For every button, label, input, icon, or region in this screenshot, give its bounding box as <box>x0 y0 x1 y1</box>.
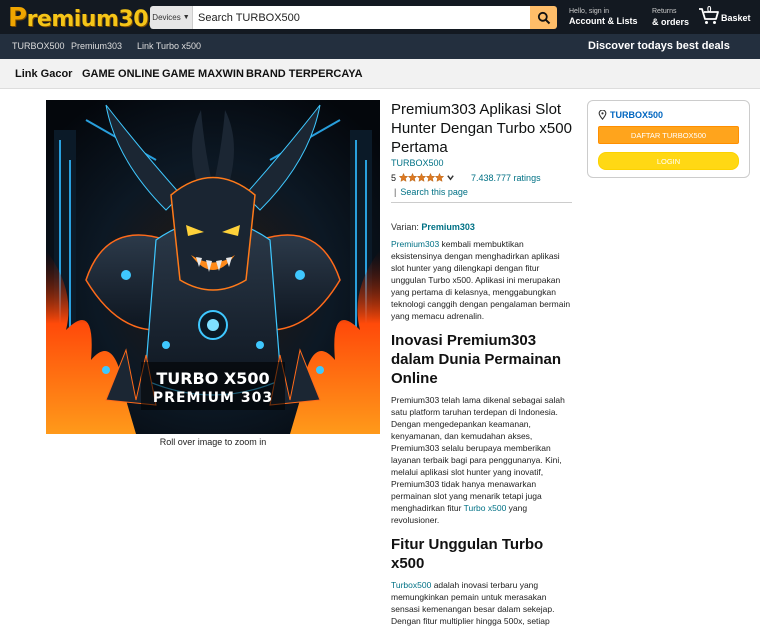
category-brand-terpercaya[interactable]: BRAND TERPERCAYA <box>246 68 363 80</box>
image-caption-title: TURBO X500 <box>156 369 269 388</box>
sub-navbar: TURBOX500 Premium303 Link Turbo x500 Dis… <box>0 34 760 59</box>
returns-label: Returns <box>652 8 677 15</box>
best-deals-link[interactable]: Discover todays best deals <box>588 40 730 52</box>
subnav-link-premium303[interactable]: Premium303 <box>71 41 122 51</box>
intro-paragraph: Premium303 kembali membuktikan eksistens… <box>391 238 574 322</box>
search-bar: Devices ▼ <box>150 6 557 29</box>
variant-row: Varian: Premium303 <box>391 222 574 232</box>
brand-link[interactable]: TURBOX500 <box>391 158 574 168</box>
zoom-hint: Roll over image to zoom in <box>159 437 267 447</box>
location-pin-icon <box>598 110 607 120</box>
top-navbar: Premium303 Devices ▼ Hello, sign in Acco… <box>0 0 760 34</box>
chevron-down-icon[interactable] <box>446 173 455 182</box>
buybox-brand-row: TURBOX500 <box>598 110 663 120</box>
account-lists-link[interactable]: Hello, sign in Account & Lists <box>569 8 638 26</box>
image-caption-subtitle: PREMIUM 303 <box>153 390 273 406</box>
search-button[interactable] <box>530 6 557 29</box>
variant-value: Premium303 <box>421 222 475 232</box>
rating-value: 5 <box>391 172 397 183</box>
account-greeting: Hello, sign in <box>569 8 610 15</box>
login-button[interactable]: LOGIN <box>598 152 739 170</box>
search-this-page-link[interactable]: Search this page <box>400 187 468 197</box>
variant-label: Varian: <box>391 222 419 232</box>
search-page-row: | Search this page <box>391 187 574 197</box>
subnav-link-turbo-x500[interactable]: Link Turbo x500 <box>137 41 201 51</box>
product-image[interactable]: TURBO X500 PREMIUM 303 <box>46 100 380 434</box>
search-icon <box>537 11 550 24</box>
star-icon <box>435 173 445 182</box>
fitur-paragraph: Turbox500 adalah inovasi terbaru yang me… <box>391 579 574 627</box>
account-label: Account & Lists <box>569 16 638 26</box>
category-navbar: Link Gacor GAME ONLINE GAME MAXWIN BRAND… <box>0 59 760 89</box>
ratings-count-link[interactable]: 7.438.777 ratings <box>471 173 541 183</box>
divider: | <box>394 187 397 197</box>
section-heading-inovasi: Inovasi Premium303 dalam Dunia Permainan… <box>391 332 562 387</box>
star-icon <box>417 173 427 182</box>
caret-down-icon: ▼ <box>182 14 190 21</box>
buybox-brand: TURBOX500 <box>610 110 664 120</box>
orders-label: & orders <box>652 17 690 27</box>
basket-link[interactable]: 0 Basket <box>698 5 751 25</box>
inovasi-paragraph: Premium303 telah lama dikenal sebagai sa… <box>391 394 574 526</box>
basket-count: 0 <box>707 5 712 14</box>
site-logo[interactable]: Premium303 <box>8 3 163 33</box>
search-category-dropdown[interactable]: Devices ▼ <box>150 6 193 29</box>
star-rating[interactable] <box>399 173 445 182</box>
buy-box: TURBOX500 DAFTAR TURBOX500 LOGIN <box>587 100 750 178</box>
category-link-gacor[interactable]: Link Gacor <box>15 68 72 80</box>
search-category-label: Devices <box>152 13 181 22</box>
basket-label: Basket <box>721 13 751 23</box>
product-artwork: TURBO X500 PREMIUM 303 <box>46 100 380 434</box>
rating-row: 5 7.438.777 ratings <box>391 172 574 183</box>
product-title: Premium303 Aplikasi Slot Hunter Dengan T… <box>391 101 572 156</box>
section-heading-fitur: Fitur Unggulan Turbo x500 <box>391 536 544 572</box>
turbox500-link[interactable]: Turbox500 <box>391 580 431 590</box>
turbo-x500-link[interactable]: Turbo x500 <box>464 503 507 513</box>
returns-orders-link[interactable]: Returns & orders <box>652 8 689 27</box>
intro-text: kembali membuktikan eksistensinya dengan… <box>391 239 571 321</box>
search-input[interactable] <box>193 6 530 29</box>
star-icon <box>426 173 436 182</box>
inovasi-text: Premium303 telah lama dikenal sebagai sa… <box>391 395 565 513</box>
product-details: Premium303 Aplikasi Slot Hunter Dengan T… <box>391 100 574 627</box>
star-icon <box>408 173 418 182</box>
category-game-maxwin[interactable]: GAME MAXWIN <box>162 68 244 80</box>
logo-text: Premium303 <box>8 3 163 33</box>
intro-link[interactable]: Premium303 <box>391 239 439 249</box>
daftar-button[interactable]: DAFTAR TURBOX500 <box>598 126 739 144</box>
category-game-online[interactable]: GAME ONLINE <box>82 68 160 80</box>
star-icon <box>399 173 409 182</box>
subnav-link-turbox500[interactable]: TURBOX500 <box>12 41 65 51</box>
divider-line <box>391 202 572 203</box>
